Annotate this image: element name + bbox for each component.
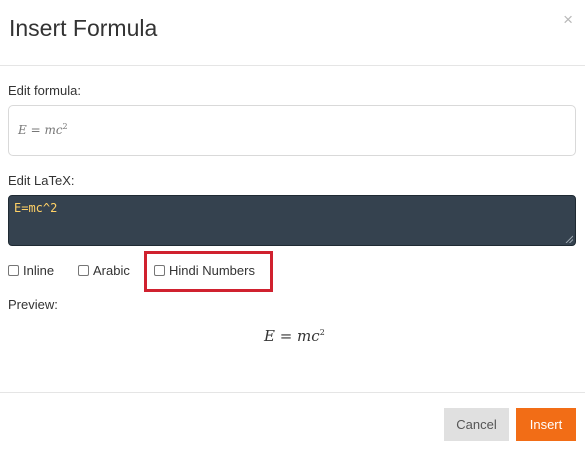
resize-handle-icon[interactable] <box>565 235 573 243</box>
highlight-box <box>144 251 273 292</box>
inline-option-label: Inline <box>23 262 55 278</box>
footer-divider <box>0 392 585 393</box>
formula-editor-value: E = mc2 <box>18 122 68 137</box>
close-icon[interactable]: × <box>563 11 573 28</box>
dialog-title: Insert Formula <box>9 15 158 41</box>
inline-checkbox[interactable] <box>8 264 19 276</box>
preview-formula: E = mc2 <box>264 327 325 345</box>
arabic-option[interactable]: Arabic <box>78 262 130 278</box>
dialog-header: Insert Formula × <box>0 0 585 66</box>
latex-textarea[interactable]: E=mc^2 <box>8 195 576 246</box>
insert-formula-dialog: Insert Formula × Edit formula: E = mc2 E… <box>0 0 585 453</box>
arabic-checkbox[interactable] <box>78 264 89 276</box>
cancel-button[interactable]: Cancel <box>444 408 509 441</box>
insert-button[interactable]: Insert <box>516 408 576 441</box>
latex-value: E=mc^2 <box>14 201 58 215</box>
edit-latex-label: Edit LaTeX: <box>8 173 75 188</box>
arabic-option-label: Arabic <box>93 262 130 278</box>
edit-formula-label: Edit formula: <box>8 83 81 98</box>
inline-option[interactable]: Inline <box>8 262 54 278</box>
preview-label: Preview: <box>8 297 58 312</box>
formula-editor[interactable]: E = mc2 <box>8 105 576 156</box>
